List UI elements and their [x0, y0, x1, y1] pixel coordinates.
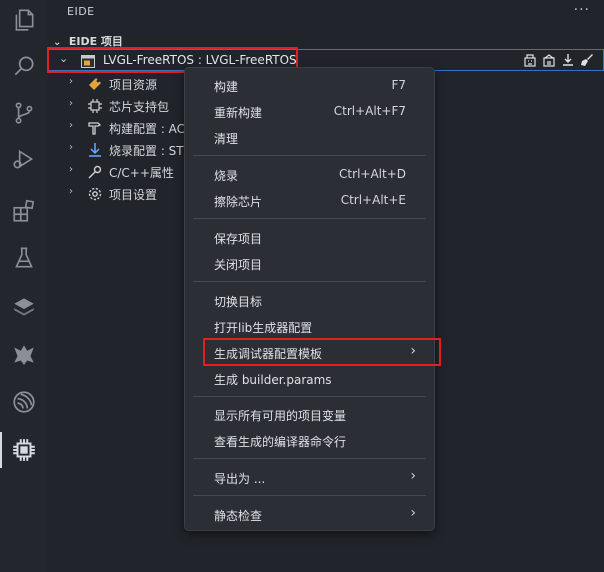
- hammer-icon: [87, 120, 103, 136]
- menu-item-close-project[interactable]: 关闭项目: [185, 251, 434, 277]
- menu-item-builder-params[interactable]: 生成 builder.params: [185, 366, 434, 392]
- menu-item-clean[interactable]: 清理: [185, 125, 434, 151]
- chevron-right-icon: ›: [410, 505, 416, 521]
- layers-icon[interactable]: [0, 287, 47, 327]
- menu-separator: [193, 495, 426, 496]
- clean-broom-icon[interactable]: [579, 52, 595, 68]
- rebuild-icon[interactable]: [541, 52, 557, 68]
- flash-download-icon[interactable]: [560, 52, 576, 68]
- shortcut-label: Ctrl+Alt+E: [340, 193, 406, 207]
- chevron-right-icon: ›: [69, 120, 73, 131]
- row-actions: [522, 52, 595, 68]
- menu-item-compiler-command[interactable]: 查看生成的编译器命令行: [185, 428, 434, 454]
- panel-title: EIDE: [67, 5, 95, 18]
- shortcut-label: Ctrl+Alt+D: [339, 167, 406, 181]
- testing-icon[interactable]: [0, 238, 47, 278]
- menu-item-build[interactable]: 构建 F7: [185, 73, 434, 99]
- chevron-right-icon: ›: [69, 98, 73, 109]
- more-actions-icon[interactable]: ···: [574, 2, 590, 18]
- highlight-box-debugger-template: [203, 338, 441, 366]
- menu-separator: [193, 218, 426, 219]
- menu-separator: [193, 281, 426, 282]
- activity-bar: [0, 0, 47, 572]
- wolf-icon[interactable]: [0, 334, 47, 374]
- chevron-right-icon: ›: [69, 186, 73, 197]
- build-icon[interactable]: [522, 52, 538, 68]
- menu-item-flash[interactable]: 烧录 Ctrl+Alt+D: [185, 162, 434, 188]
- shortcut-label: F7: [391, 78, 406, 92]
- download-icon: [87, 142, 103, 158]
- gear-icon: [87, 186, 103, 202]
- chevron-right-icon: ›: [410, 468, 416, 484]
- menu-item-save-project[interactable]: 保存项目: [185, 225, 434, 251]
- menu-separator: [193, 396, 426, 397]
- project-resources-icon: [87, 76, 103, 92]
- menu-item-show-variables[interactable]: 显示所有可用的项目变量: [185, 402, 434, 428]
- espressif-icon[interactable]: [0, 382, 47, 422]
- shortcut-label: Ctrl+Alt+F7: [333, 104, 406, 118]
- eide-chip-icon[interactable]: [0, 430, 47, 470]
- chip-icon: [87, 98, 103, 114]
- chevron-right-icon: ›: [69, 142, 73, 153]
- menu-item-static-check[interactable]: 静态检查 ›: [185, 502, 434, 528]
- menu-item-switch-target[interactable]: 切换目标: [185, 288, 434, 314]
- chevron-right-icon: ›: [69, 164, 73, 175]
- menu-separator: [193, 155, 426, 156]
- extensions-icon[interactable]: [0, 191, 47, 231]
- run-debug-icon[interactable]: [0, 139, 47, 179]
- menu-item-erase-chip[interactable]: 擦除芯片 Ctrl+Alt+E: [185, 188, 434, 214]
- menu-item-rebuild[interactable]: 重新构建 Ctrl+Alt+F7: [185, 99, 434, 125]
- context-menu: 构建 F7 重新构建 Ctrl+Alt+F7 清理 烧录 Ctrl+Alt+D …: [184, 67, 435, 531]
- menu-item-open-lib-generator[interactable]: 打开lib生成器配置: [185, 314, 434, 340]
- menu-item-export-as[interactable]: 导出为 ... ›: [185, 465, 434, 491]
- search-icon[interactable]: [0, 46, 47, 86]
- menu-separator: [193, 458, 426, 459]
- files-icon[interactable]: [0, 0, 47, 40]
- wrench-icon: [87, 164, 103, 180]
- chevron-right-icon: ›: [69, 76, 73, 87]
- source-control-icon[interactable]: [0, 93, 47, 133]
